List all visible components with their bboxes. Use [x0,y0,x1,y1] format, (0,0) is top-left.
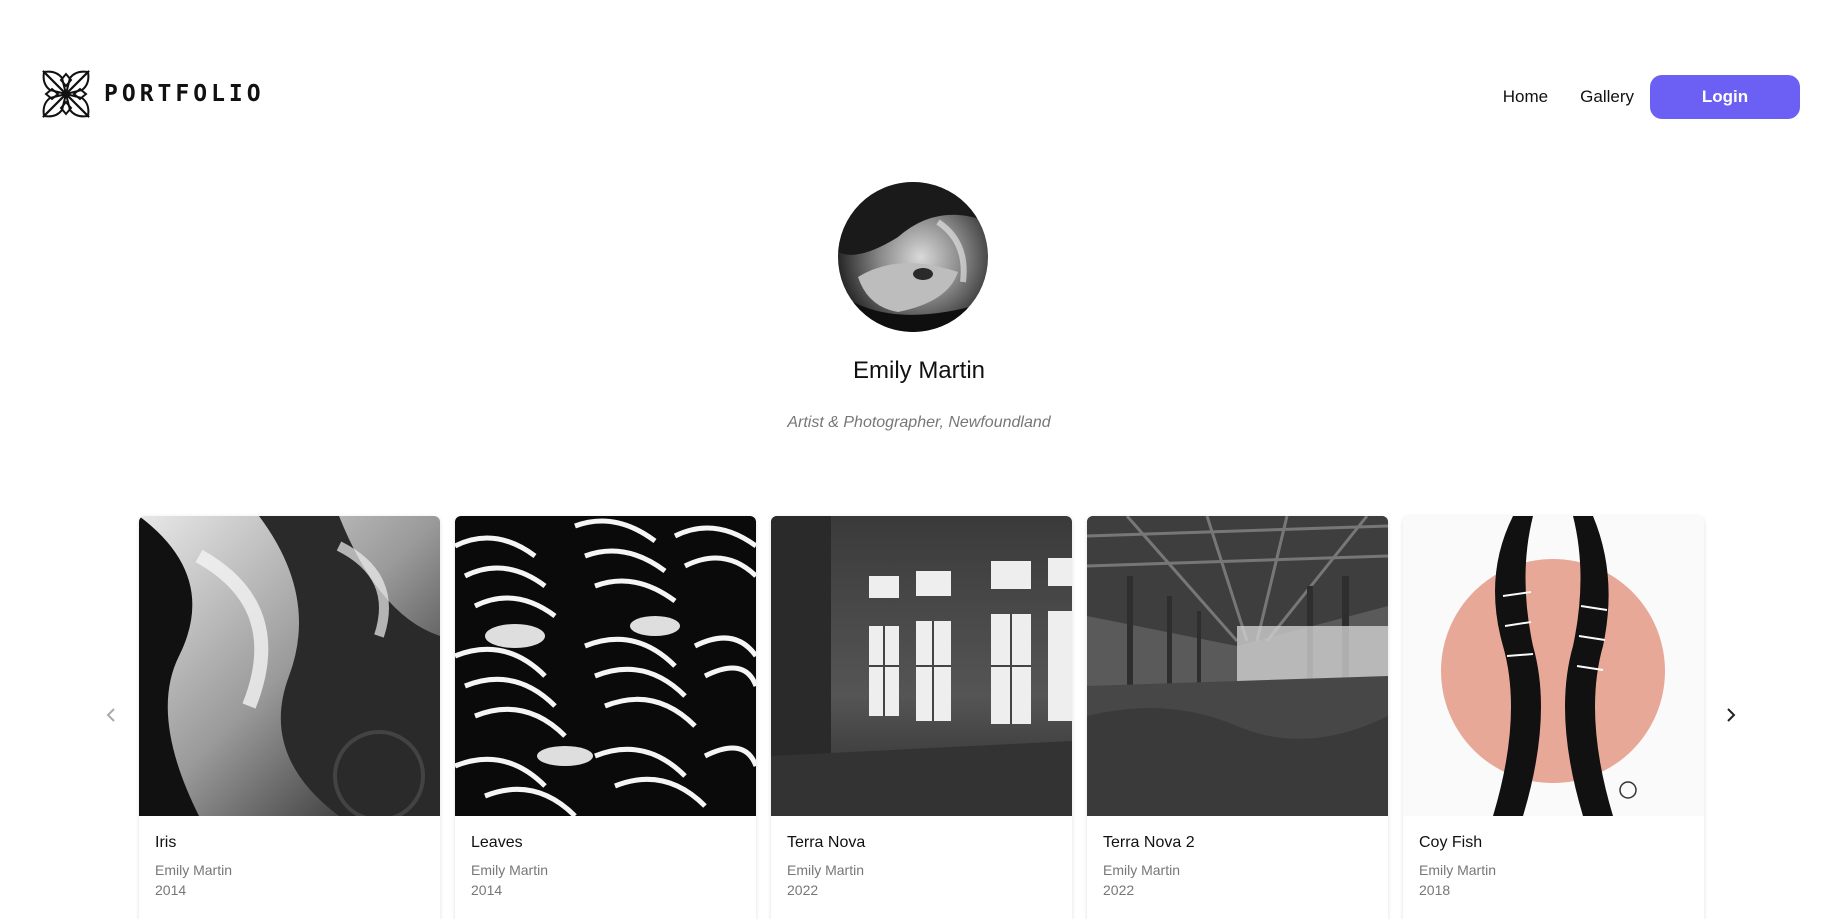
card-year: 2022 [787,882,819,898]
gallery-card-coy-fish[interactable]: Coy Fish Emily Martin 2018 [1403,516,1704,919]
card-title: Coy Fish [1419,834,1483,851]
login-button[interactable]: Login [1650,75,1800,119]
card-title: Terra Nova 2 [1103,834,1195,851]
artwork-image [1087,516,1388,816]
card-artist: Emily Martin [1419,862,1497,878]
card-title: Iris [155,834,177,851]
card-title: Leaves [471,834,523,851]
chevron-left-icon [106,708,115,722]
artwork-image [771,516,1072,816]
card-year: 2014 [471,882,503,898]
profile-subtitle: Artist & Photographer, Newfoundland [787,414,1051,431]
card-year: 2018 [1419,882,1451,898]
avatar [838,182,988,332]
logo-text: PORTFOLIO [104,81,265,107]
profile-name: Emily Martin [852,357,985,384]
main-nav: Home Gallery Login [1503,75,1800,119]
site-header: PORTFOLIO Home Gallery Login [0,0,1838,150]
card-title: Terra Nova [787,834,866,851]
gallery-card-iris[interactable]: Iris Emily Martin 2014 [139,516,440,919]
gallery-card-terra-nova-2[interactable]: Terra Nova 2 Emily Martin 2022 [1087,516,1388,919]
gallery-card-leaves[interactable]: Leaves Emily Martin 2014 [455,516,756,919]
card-year: 2014 [155,882,187,898]
card-artist: Emily Martin [155,862,233,878]
card-artist: Emily Martin [471,862,549,878]
gallery-card-terra-nova[interactable]: Terra Nova Emily Martin 2022 [771,516,1072,919]
artwork-image [139,516,440,816]
chevron-right-icon [1727,708,1736,722]
card-year: 2022 [1103,882,1135,898]
flower-logo-icon [41,69,91,119]
logo[interactable]: PORTFOLIO [38,66,265,122]
artwork-image [1403,516,1704,816]
artwork-image [455,516,756,816]
carousel-next-button[interactable] [1716,700,1746,730]
nav-gallery-link[interactable]: Gallery [1580,87,1634,107]
card-artist: Emily Martin [787,862,865,878]
nav-home-link[interactable]: Home [1503,87,1548,107]
card-artist: Emily Martin [1103,862,1181,878]
carousel-prev-button[interactable] [96,700,126,730]
